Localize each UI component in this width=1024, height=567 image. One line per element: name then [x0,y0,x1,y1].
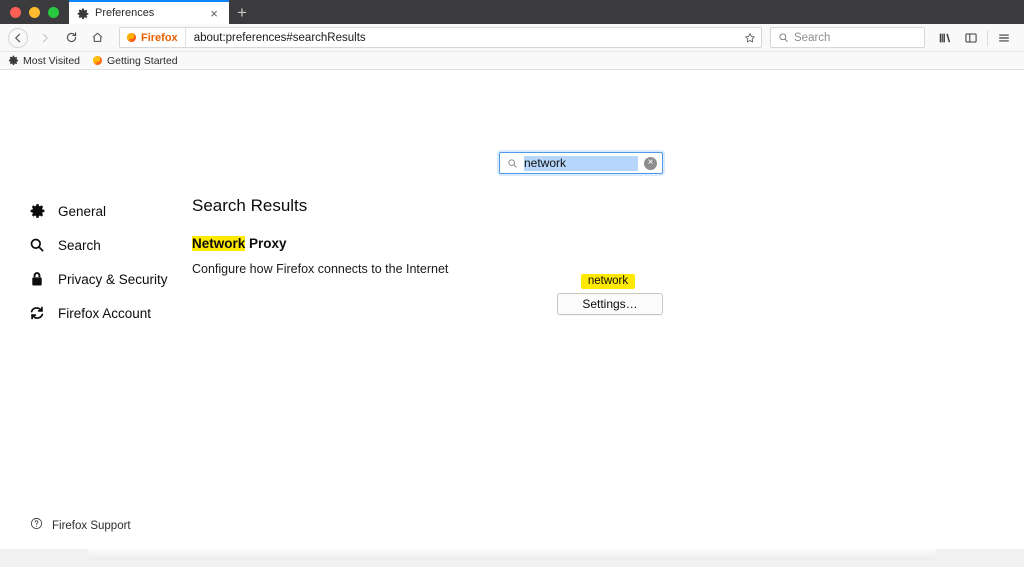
lock-icon [28,270,46,288]
result-item-network-proxy: Network Proxy Configure how Firefox conn… [192,236,994,315]
sidebar-item-label: Search [58,237,101,253]
bookmark-label: Getting Started [107,54,178,67]
identity-box[interactable]: Firefox [120,28,186,47]
tab-title: Preferences [95,7,155,19]
bookmark-label: Most Visited [23,54,80,67]
url-text[interactable]: about:preferences#searchResults [186,32,739,44]
close-tab-button[interactable]: × [207,6,221,20]
toolbar-search-placeholder: Search [794,31,831,44]
minimize-window-button[interactable] [29,6,40,18]
window-bottom-edge [0,549,1024,567]
gear-icon [28,202,46,220]
search-results-panel: Search Results Network Proxy Configure h… [192,196,994,315]
result-heading-highlight: Network [192,236,246,251]
search-icon [28,236,46,254]
firefox-icon [92,55,103,66]
sync-icon [28,304,46,322]
identity-label: Firefox [141,31,178,44]
sidebar-item-privacy-security[interactable]: Privacy & Security [28,262,188,296]
firefox-icon [126,32,137,43]
preferences-search-wrapper: network × [499,152,663,174]
bookmarks-toolbar: Most Visited Getting Started [0,52,1024,70]
bookmark-most-visited[interactable]: Most Visited [8,55,80,67]
forward-arrow-icon [33,27,57,49]
preferences-sidebar: General Search Privacy & Security Firefo… [28,194,188,330]
toolbar-search-box[interactable]: Search [770,27,925,48]
window-controls [0,0,69,24]
search-icon [508,158,517,168]
sidebar-item-label: Firefox Account [58,305,152,321]
clear-icon[interactable]: × [644,156,657,170]
tab-strip: Preferences × + [0,0,1024,24]
help-circle-icon [30,517,43,535]
bookmark-getting-started[interactable]: Getting Started [92,55,178,67]
support-label: Firefox Support [52,520,131,532]
reload-icon[interactable] [59,27,83,49]
gear-icon [8,55,19,66]
sidebar-item-search[interactable]: Search [28,228,188,262]
toolbar-separator [987,29,988,46]
new-tab-button[interactable]: + [229,0,255,24]
hamburger-menu-icon[interactable] [992,27,1016,49]
close-window-button[interactable] [10,6,21,18]
browser-window: Preferences × + Firefox about:preference… [0,0,1024,567]
sidebar-item-label: General [58,203,107,219]
tab-preferences[interactable]: Preferences × [69,0,229,24]
back-arrow-icon[interactable] [8,27,28,48]
result-heading: Network Proxy [192,236,994,251]
search-match-tag: network [580,274,636,289]
url-bar[interactable]: Firefox about:preferences#searchResults [119,27,762,48]
home-icon[interactable] [85,27,109,49]
result-control-group: network Settings… [557,274,663,315]
search-icon [779,33,788,42]
preferences-page: network × General Search Privacy & Secur… [0,70,1024,567]
search-input[interactable]: network × [499,152,663,174]
sidebar-item-general[interactable]: General [28,194,188,228]
firefox-support-link[interactable]: Firefox Support [30,517,131,535]
sidebar-item-label: Privacy & Security [58,271,168,287]
sidebar-item-firefox-account[interactable]: Firefox Account [28,296,188,330]
navigation-toolbar: Firefox about:preferences#searchResults … [0,24,1024,52]
search-input-value[interactable]: network [524,155,638,171]
page-title: Search Results [192,196,308,215]
sidebar-icon[interactable] [959,27,983,49]
proxy-settings-button[interactable]: Settings… [557,293,663,315]
gear-icon [77,7,89,20]
star-icon[interactable] [739,28,761,47]
maximize-window-button[interactable] [48,6,59,18]
result-heading-rest: Proxy [245,236,287,251]
library-icon[interactable] [933,27,957,49]
